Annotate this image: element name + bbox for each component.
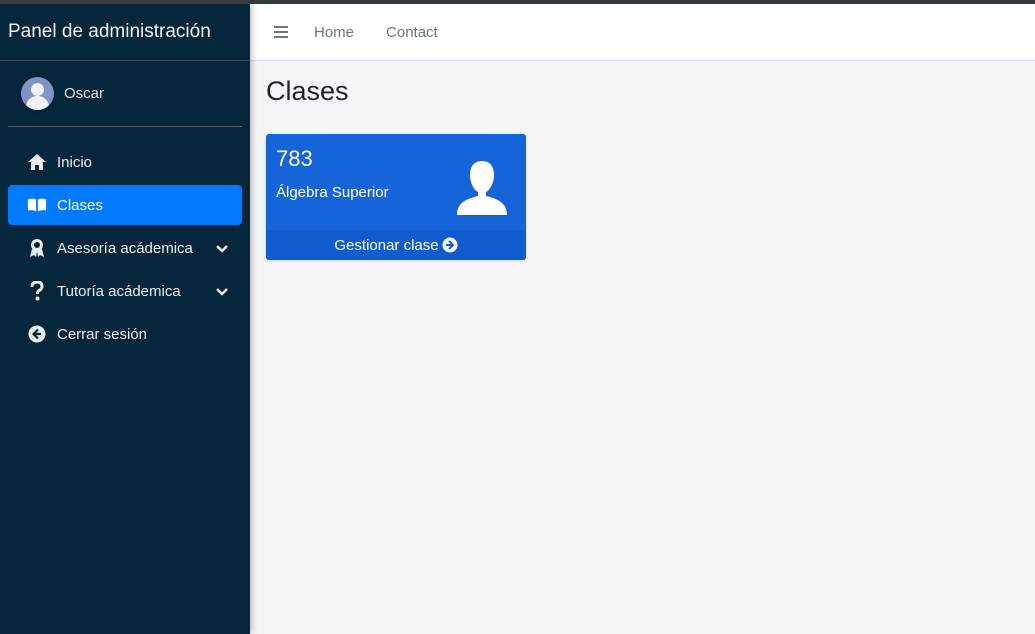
- brand-text: Panel de administración: [8, 21, 211, 42]
- arrow-circle-right-icon: [442, 237, 458, 253]
- top-strip: [0, 0, 1035, 4]
- sidebar-item-cerrar-sesion[interactable]: Cerrar sesión: [8, 314, 242, 354]
- arrow-circle-left-icon: [27, 324, 47, 344]
- user-panel[interactable]: Oscar: [8, 61, 242, 127]
- top-navbar: Home Contact: [250, 4, 1035, 61]
- manage-class-link[interactable]: Gestionar clase: [266, 230, 526, 260]
- sidebar-item-label: Tutoría acádemica: [57, 282, 181, 300]
- sidebar-item-inicio[interactable]: Inicio: [8, 142, 242, 182]
- brand-link[interactable]: Panel de administración: [0, 4, 250, 61]
- sidebar-item-label: Inicio: [57, 153, 93, 171]
- class-name: Álgebra Superior: [276, 184, 389, 201]
- user-icon: [452, 159, 512, 222]
- sidebar-item-label: Clases: [57, 196, 103, 214]
- user-name: Oscar: [64, 85, 105, 102]
- sidebar-item-asesoria[interactable]: Asesoría acádemica: [8, 228, 242, 268]
- manage-class-label: Gestionar clase: [334, 236, 439, 254]
- chevron-down-icon[interactable]: [216, 284, 228, 301]
- award-icon: [27, 238, 47, 258]
- nav-link-home[interactable]: Home: [314, 24, 354, 41]
- sidebar: Panel de administración Oscar Inicio Cla…: [0, 4, 250, 634]
- question-icon: [27, 281, 47, 301]
- book-open-icon: [27, 195, 47, 215]
- class-card: 783 Álgebra Superior Gestionar clase: [266, 134, 526, 260]
- sidebar-item-tutoria[interactable]: Tutoría acádemica: [8, 271, 242, 311]
- menu-toggle-icon[interactable]: [274, 26, 290, 38]
- sidebar-nav: Inicio Clases Asesoría acádemica Tutoría…: [0, 142, 250, 354]
- page-title: Clases: [266, 76, 349, 106]
- chevron-down-icon[interactable]: [216, 241, 228, 258]
- class-code: 783: [276, 146, 313, 171]
- avatar: [21, 77, 54, 110]
- nav-link-contact[interactable]: Contact: [386, 24, 438, 41]
- sidebar-item-label: Cerrar sesión: [57, 325, 148, 343]
- sidebar-item-clases[interactable]: Clases: [8, 185, 242, 225]
- sidebar-item-label: Asesoría acádemica: [57, 239, 193, 257]
- home-icon: [27, 152, 47, 172]
